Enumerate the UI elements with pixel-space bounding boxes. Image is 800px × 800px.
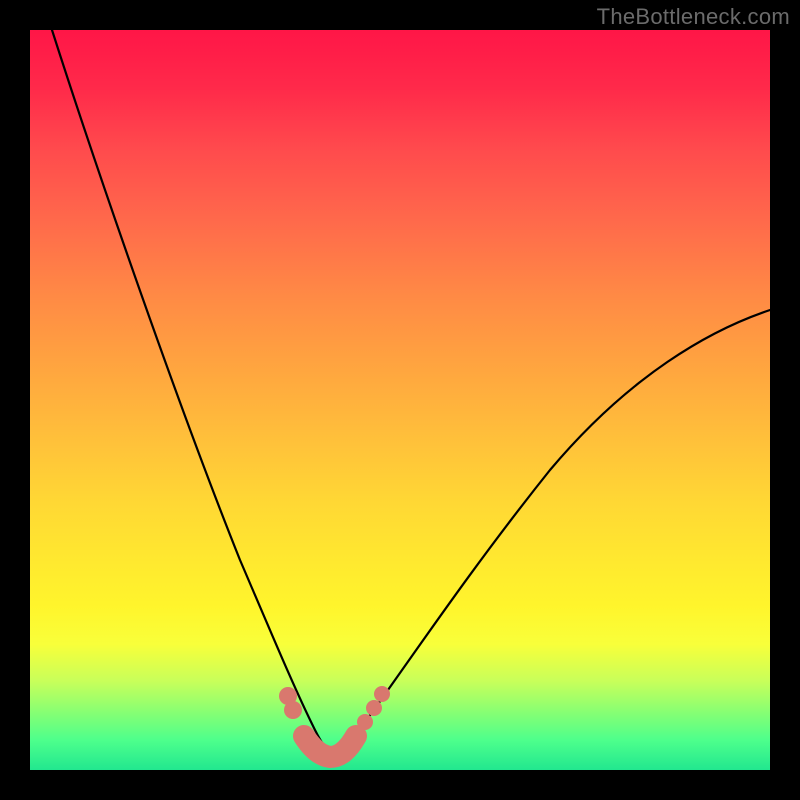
left-branch-line <box>52 30 333 756</box>
highlight-point <box>374 686 390 702</box>
right-branch-line <box>333 310 770 756</box>
curve-layer <box>30 30 770 770</box>
watermark-text: TheBottleneck.com <box>597 4 790 30</box>
plot-area <box>30 30 770 770</box>
highlight-point <box>357 714 373 730</box>
chart-stage: TheBottleneck.com <box>0 0 800 800</box>
highlight-band <box>304 736 356 757</box>
highlight-point <box>284 701 302 719</box>
highlight-point <box>366 700 382 716</box>
